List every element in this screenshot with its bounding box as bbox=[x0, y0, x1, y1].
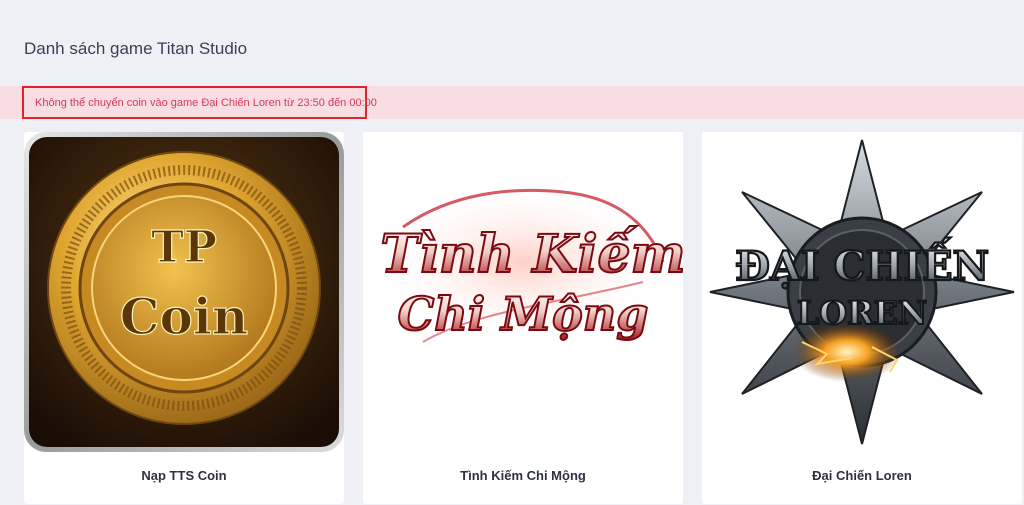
game-card-dai-chien-loren[interactable]: ĐẠI CHIẾN LOREN Đại Chiến Loren bbox=[702, 132, 1022, 504]
calligraphy-logo: Tình Kiếm Chi Mộng bbox=[363, 132, 683, 452]
game-card-image[interactable]: TP Coin bbox=[24, 132, 344, 452]
game-card-title[interactable]: Tình Kiếm Chi Mộng bbox=[363, 468, 683, 483]
svg-text:TP: TP bbox=[151, 222, 217, 273]
svg-text:ĐẠI CHIẾN: ĐẠI CHIẾN bbox=[735, 238, 989, 290]
gold-coin-icon: TP Coin bbox=[24, 132, 344, 452]
game-card-title[interactable]: Đại Chiến Loren bbox=[702, 468, 1022, 483]
alert-message: Không thể chuyển coin vào game Đại Chiến… bbox=[22, 86, 377, 119]
svg-text:Coin: Coin bbox=[120, 287, 249, 346]
game-card-image[interactable]: Tình Kiếm Chi Mộng bbox=[363, 132, 683, 452]
svg-text:Chi Mộng: Chi Mộng bbox=[398, 287, 649, 341]
svg-text:LOREN: LOREN bbox=[797, 294, 928, 332]
game-card-image[interactable]: ĐẠI CHIẾN LOREN bbox=[702, 132, 1022, 452]
compass-star-emblem: ĐẠI CHIẾN LOREN bbox=[702, 132, 1022, 452]
game-card-title[interactable]: Nạp TTS Coin bbox=[24, 468, 344, 483]
alert-text: Không thể chuyển coin vào game Đại Chiến… bbox=[35, 96, 377, 109]
game-card-nap-tts-coin[interactable]: TP Coin Nạp TTS Coin bbox=[24, 132, 344, 504]
svg-text:Tình Kiếm: Tình Kiếm bbox=[380, 224, 683, 285]
page-title: Danh sách game Titan Studio bbox=[24, 39, 248, 58]
game-card-tinh-kiem-chi-mong[interactable]: Tình Kiếm Chi Mộng Tình Kiếm Chi Mộng bbox=[363, 132, 683, 504]
